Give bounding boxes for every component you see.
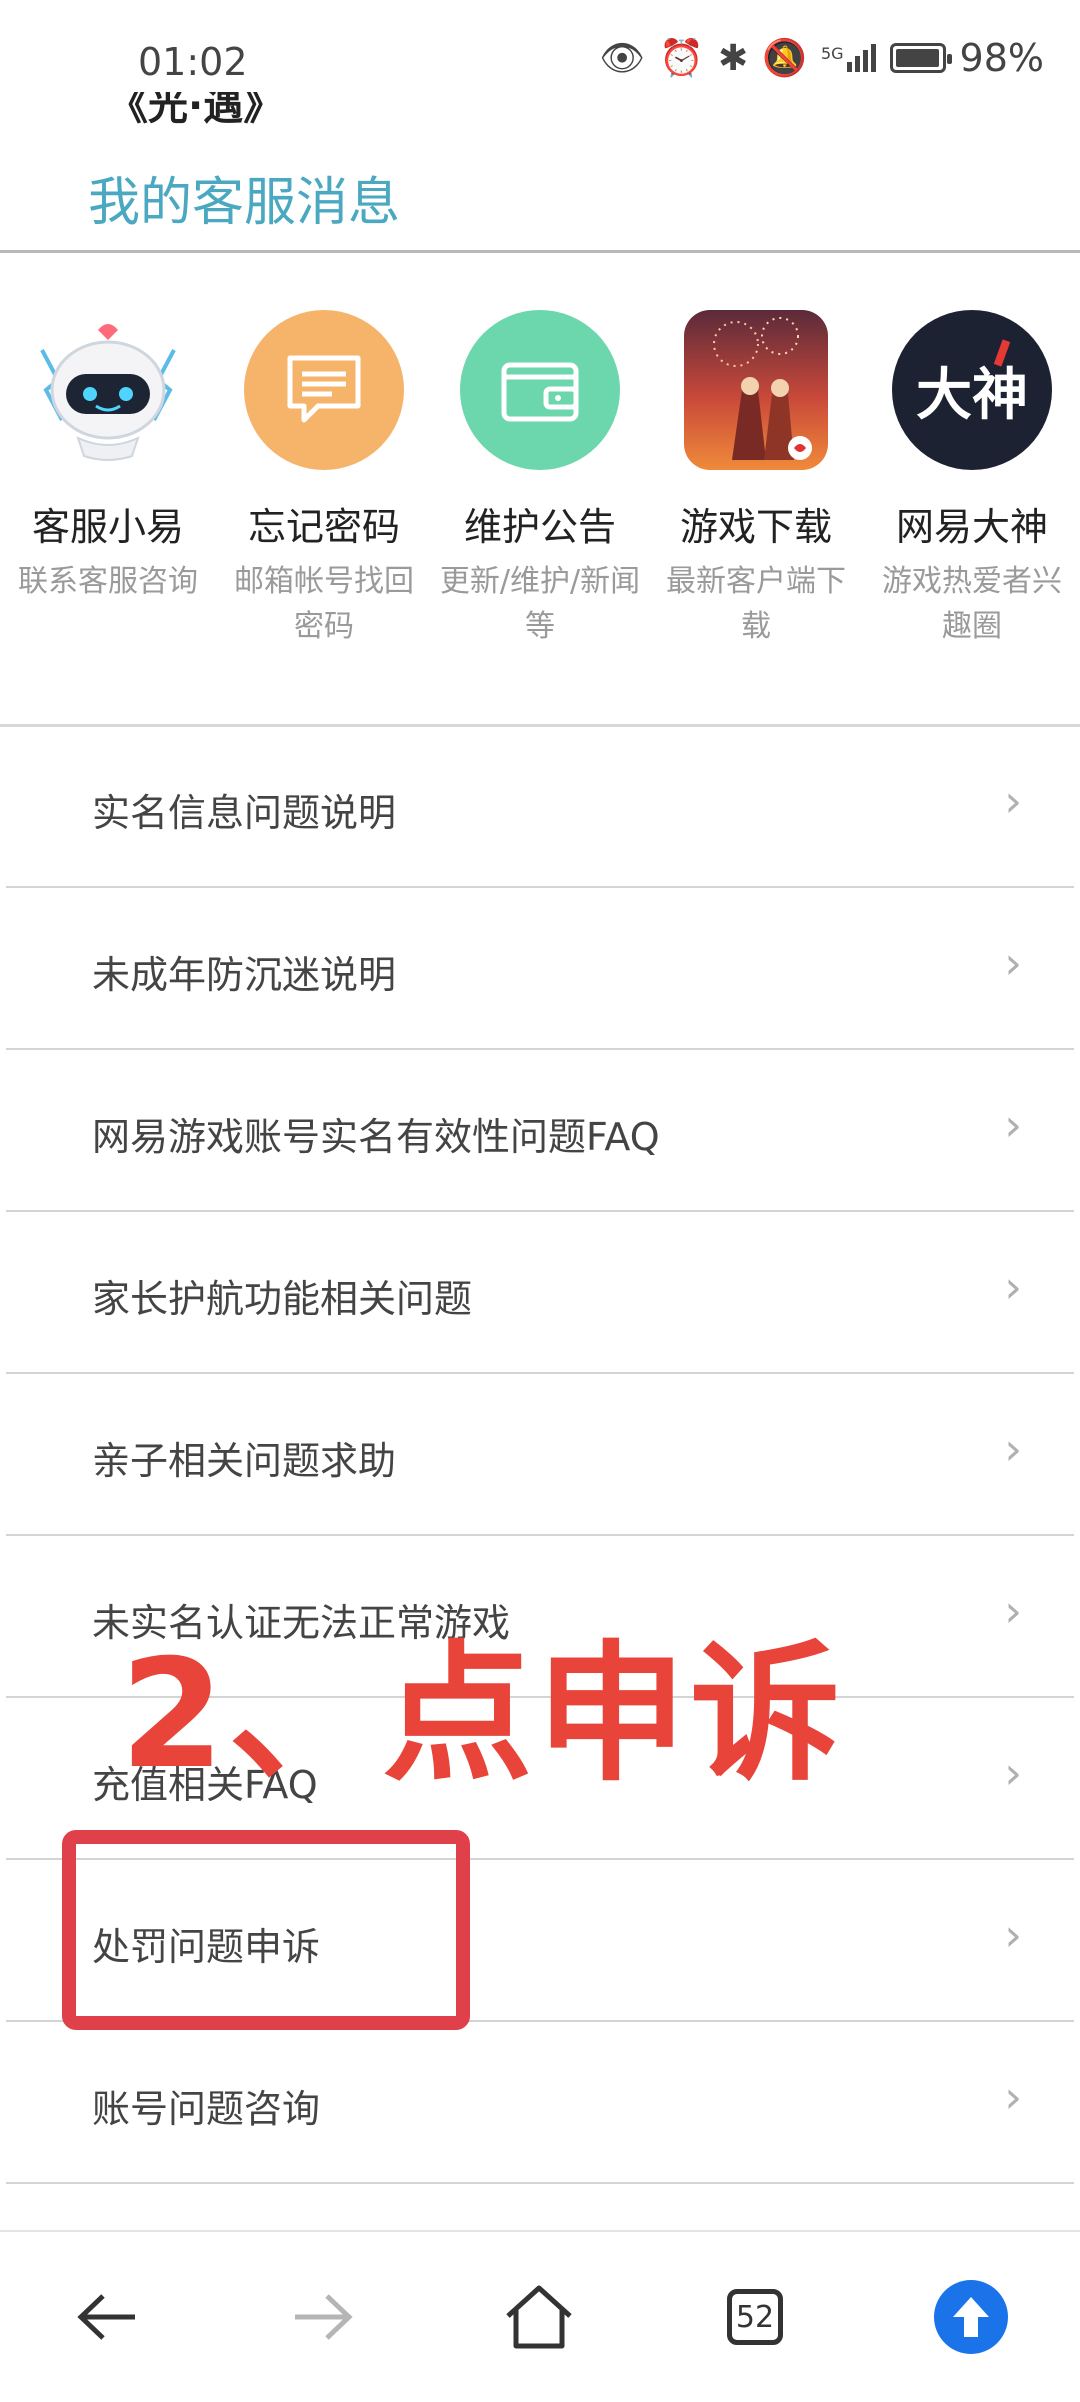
alarm-icon: ⏰ xyxy=(659,38,704,79)
service-desc: 更新/维护/新闻等 xyxy=(439,564,641,644)
menu-item-label: 未成年防沉迷说明 xyxy=(92,953,397,997)
chevron-right-icon: › xyxy=(1004,1748,1022,1799)
menu-item-label: 亲子相关问题求助 xyxy=(92,1439,397,1483)
service-name: 维护公告 xyxy=(463,505,616,549)
menu-item-anti-addiction[interactable]: 未成年防沉迷说明 › xyxy=(6,888,1074,1050)
arrow-left-icon xyxy=(77,2294,135,2340)
chevron-right-icon: › xyxy=(1004,1910,1022,1961)
service-forgot-password[interactable]: 忘记密码 邮箱帐号找回密码 xyxy=(216,300,432,649)
menu-item-parent-child-help[interactable]: 亲子相关问题求助 › xyxy=(6,1374,1074,1536)
menu-item-label: 账号问题咨询 xyxy=(92,2087,321,2131)
menu-item-realname-info[interactable]: 实名信息问题说明 › xyxy=(6,726,1074,888)
arrow-up-circle-icon xyxy=(934,2280,1008,2354)
forward-button[interactable] xyxy=(278,2272,368,2362)
service-maintenance-notice[interactable]: 维护公告 更新/维护/新闻等 xyxy=(432,300,648,649)
signal-icon: 5G xyxy=(821,44,876,72)
tabs-icon: 52 xyxy=(727,2289,783,2345)
service-netease-dashen[interactable]: 大神 网易大神 游戏热爱者兴趣圈 xyxy=(864,300,1080,649)
service-desc: 游戏热爱者兴趣圈 xyxy=(882,564,1062,644)
tutorial-highlight-box xyxy=(62,1830,470,2030)
menu-item-label: 网易游戏账号实名有效性问题FAQ xyxy=(92,1115,660,1159)
tab-count: 52 xyxy=(735,2299,775,2335)
menu-item-account-inquiry[interactable]: 账号问题咨询 › xyxy=(6,2022,1074,2184)
wallet-icon xyxy=(460,310,620,470)
robot-avatar-icon xyxy=(28,310,188,470)
network-type-label: 5G xyxy=(820,44,844,63)
chevron-right-icon: › xyxy=(1004,776,1022,827)
tutorial-annotation-text: 2、点申诉 xyxy=(120,1628,845,1802)
bluetooth-icon: ✱ xyxy=(717,37,749,79)
menu-item-label: 实名信息问题说明 xyxy=(92,791,397,835)
status-icons: 👁 ⏰ ✱ 🔕 5G 98% xyxy=(599,36,1044,80)
chevron-right-icon: › xyxy=(1004,1100,1022,1151)
service-name: 网易大神 xyxy=(895,505,1048,549)
service-shortcuts: 客服小易 联系客服咨询 忘记密码 邮箱帐号找回密码 维护公告 更新/维护/新闻等 xyxy=(0,300,1080,680)
chevron-right-icon: › xyxy=(1004,1586,1022,1637)
service-desc: 邮箱帐号找回密码 xyxy=(234,564,414,644)
home-button[interactable] xyxy=(494,2272,584,2362)
menu-upload-button[interactable] xyxy=(926,2272,1016,2362)
game-cover-icon xyxy=(684,310,828,470)
browser-bottom-nav: 52 xyxy=(0,2230,1080,2402)
service-name: 忘记密码 xyxy=(247,505,400,549)
chevron-right-icon: › xyxy=(1004,2072,1022,2123)
back-button[interactable] xyxy=(62,2272,152,2362)
service-name: 客服小易 xyxy=(31,505,184,549)
game-title-partial: 《光·遇》 xyxy=(108,92,284,129)
header-divider xyxy=(0,250,1080,253)
menu-item-parental-guard[interactable]: 家长护航功能相关问题 › xyxy=(6,1212,1074,1374)
message-icon xyxy=(244,310,404,470)
chevron-right-icon: › xyxy=(1004,1424,1022,1475)
service-desc: 最新客户端下载 xyxy=(666,564,846,644)
tabs-button[interactable]: 52 xyxy=(710,2272,800,2362)
chevron-right-icon: › xyxy=(1004,1262,1022,1313)
status-time: 01:02 xyxy=(138,40,248,84)
chevron-right-icon: › xyxy=(1004,938,1022,989)
dashen-logo-text: 大神 xyxy=(916,362,1028,428)
menu-item-realname-faq[interactable]: 网易游戏账号实名有效性问题FAQ › xyxy=(6,1050,1074,1212)
battery-icon xyxy=(889,43,952,73)
service-kefu-xiaoyi[interactable]: 客服小易 联系客服咨询 xyxy=(0,300,216,604)
home-icon xyxy=(506,2285,572,2349)
service-desc: 联系客服咨询 xyxy=(18,564,198,599)
service-name: 游戏下载 xyxy=(679,505,832,549)
mute-bell-icon: 🔕 xyxy=(762,38,807,79)
eye-icon: 👁 xyxy=(599,38,646,79)
page-title: 我的客服消息 xyxy=(88,173,401,233)
arrow-right-icon xyxy=(295,2294,353,2340)
battery-percent: 98% xyxy=(959,36,1044,80)
menu-item-label: 家长护航功能相关问题 xyxy=(92,1277,473,1321)
service-game-download[interactable]: 游戏下载 最新客户端下载 xyxy=(648,300,864,649)
dashen-logo-icon: 大神 xyxy=(892,310,1052,470)
